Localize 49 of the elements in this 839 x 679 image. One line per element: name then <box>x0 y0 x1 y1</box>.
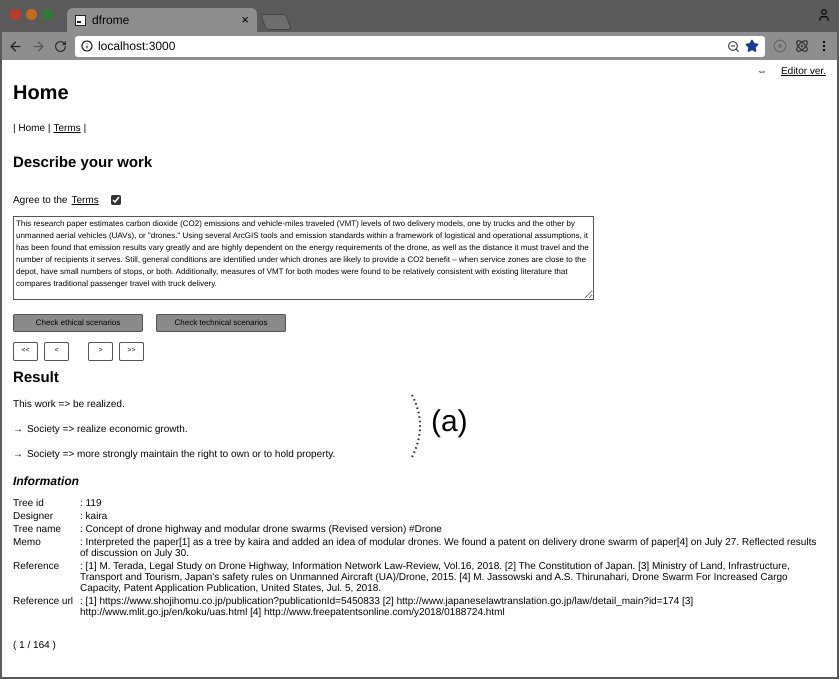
info-value: : kaira <box>79 511 108 522</box>
url-text: localhost:3000 <box>98 38 176 55</box>
info-label: Tree name <box>13 524 62 535</box>
back-icon[interactable] <box>8 38 23 54</box>
swap-icon: ⇔ <box>756 64 767 79</box>
nav-separator-text: | Home | <box>13 122 50 136</box>
page-icon <box>75 14 86 26</box>
info-label: Designer <box>13 511 54 522</box>
result-text: This work => be realized. <box>13 398 125 412</box>
info-value: : 119 <box>79 498 102 509</box>
agree-checkbox[interactable] <box>110 195 121 205</box>
info-label: Reference url <box>13 596 74 609</box>
info-icon <box>81 40 93 52</box>
page-counter: ( 1 / 164 ) <box>13 639 56 653</box>
profile-icon[interactable] <box>817 8 831 22</box>
section-heading: Information <box>13 473 80 490</box>
info-label: Reference <box>13 561 60 574</box>
forward-icon[interactable] <box>31 38 46 54</box>
atom-extension-icon[interactable] <box>795 39 809 53</box>
nav-link[interactable]: Terms <box>53 121 81 136</box>
arrow-icon: → <box>13 422 23 437</box>
editor-link[interactable]: Editor ver. <box>780 64 826 79</box>
section-heading: Result <box>13 368 60 388</box>
tab-title: dfrome <box>92 12 130 29</box>
address-bar[interactable]: localhost:3000 <box>75 36 765 56</box>
arrow-icon: → <box>13 447 23 462</box>
tab-close-button[interactable]: × <box>241 10 249 30</box>
reload-icon[interactable] <box>54 40 67 52</box>
scenario-button[interactable]: Check ethical scenarios <box>13 314 143 332</box>
zoom-icon[interactable] <box>727 40 740 52</box>
annotation-label: (a) <box>431 404 468 440</box>
browser-tab[interactable]: dfrome × <box>67 8 257 32</box>
info-value: : [1] M. Terada, Legal Study on Drone Highway, Information Network Law-Review, Vol.16, 2018. [2] The Constitution of Japan. [3] Ministry of Land, Infrastructure, Transport and Tourism, Japan's safety rules on Unmanned Aircraft (UA)/Drone, 2015. [4] M. Jassowski and A.S. Thirunahari, Drone Swarm For Increased Cargo Capacity, Patent Application Publication, United States, Jul. 5, 2018. <box>79 561 791 594</box>
info-label: Tree id <box>13 498 45 509</box>
scenario-button[interactable]: Check technical scenarios <box>156 314 286 332</box>
page-title: Home <box>13 81 70 105</box>
nav-separator-text: | <box>84 122 86 136</box>
work-description-field[interactable]: This research paper estimates carbon dioxide (CO2) emissions and vehicle-miles traveled (VMT) levels of two delivery models, one by trucks and the other by unmanned aerial vehicles (UAVs), or "drones." Using several ArcGIS tools and emission standards within a framework of logistical and operational assumptions, it has been found that emission results vary greatly and are highly dependent on the energy requirements of the drone, as well as the distance it must travel and the number of recipients it serves. Still, general conditions are identified under which drones are likely to provide a CO2 benefit – when service zones are close to the depot, have small numbers of stops, or both. Additionally, measures of VMT for both modes were found to be relatively consistent with existing literature that compares traditional passenger travel with truck delivery. <box>13 216 594 300</box>
result-text: Society => more strongly maintain the right to own or to hold property. <box>27 448 336 462</box>
result-text: Society => realize economic growth. <box>27 423 188 437</box>
section-heading: Describe your work <box>13 153 154 173</box>
dotted-bracket-drawing <box>411 394 421 458</box>
info-label: Memo <box>13 537 42 550</box>
info-value: : [1] https://www.shojihomu.co.jp/publication?publicationId=5450833 [2] http://www.japaneselawtranslation.go.jp/law/detail_main?id=174 [3] http://www.mlit.go.jp/en/koku/uas.html [4] http://www.freepatentsonline.com/y2018/0188724.html <box>79 596 694 618</box>
agree-label: Agree to the <box>13 194 68 208</box>
bookmark-star-icon[interactable] <box>745 39 759 53</box>
terms-link[interactable]: Terms <box>71 192 99 208</box>
info-value: : Interpreted the paper[1] as a tree by kaira and added an idea of modular drones. We found a patent on delivery drone swarm of paper[4] on July 27. Reflected results of discussion on July 30. <box>79 537 818 559</box>
info-value: : Concept of drone highway and modular drone swarms (Revised version) #Drone <box>79 524 443 535</box>
